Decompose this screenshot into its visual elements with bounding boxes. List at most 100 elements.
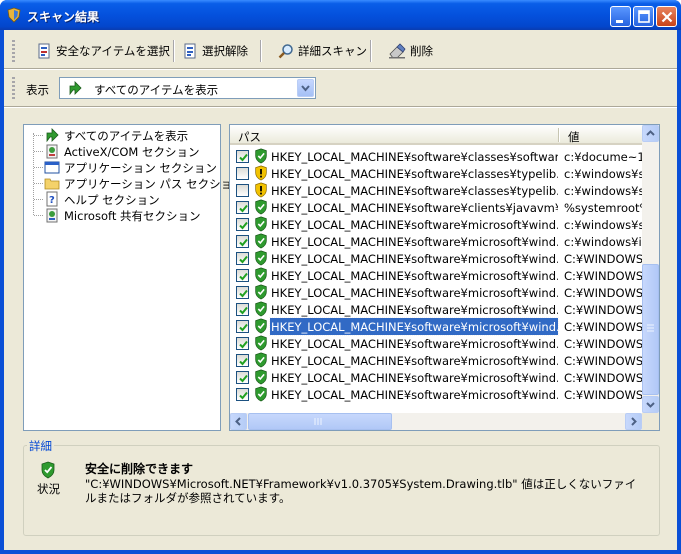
tree-item[interactable]: アプリケーション パス セクション xyxy=(24,175,244,191)
section-tree: すべてのアイテムを表示 ActiveX/COM セクションアプリケーション セクシ… xyxy=(23,124,244,431)
row-checkbox[interactable] xyxy=(236,184,249,197)
green-arrow-icon xyxy=(46,128,59,143)
title-bar[interactable]: スキャン結果 xyxy=(0,0,681,30)
svg-text:?: ? xyxy=(49,195,55,206)
scroll-left-button[interactable] xyxy=(230,413,247,430)
table-row[interactable]: HKEY_LOCAL_MACHINE¥software¥classes¥type… xyxy=(230,165,642,182)
table-row[interactable]: HKEY_LOCAL_MACHINE¥software¥microsoft¥wi… xyxy=(230,284,642,301)
table-row[interactable]: HKEY_LOCAL_MACHINE¥software¥clients¥java… xyxy=(230,199,642,216)
safe-shield-icon xyxy=(255,199,267,215)
row-checkbox[interactable] xyxy=(236,371,249,384)
row-checkbox[interactable] xyxy=(236,269,249,282)
column-header-path[interactable]: パス xyxy=(238,129,261,145)
tree-item[interactable]: ? ヘルプ セクション xyxy=(24,191,220,207)
tree-item[interactable]: ActiveX/COM セクション xyxy=(24,143,220,159)
scroll-up-button[interactable] xyxy=(642,125,659,142)
row-value: C:¥WINDOWS xyxy=(564,388,642,402)
row-checkbox[interactable] xyxy=(236,167,249,180)
warning-shield-icon xyxy=(255,165,267,181)
horizontal-scrollbar[interactable] xyxy=(230,413,642,430)
toolbar-grip[interactable] xyxy=(12,40,15,62)
table-row[interactable]: HKEY_LOCAL_MACHINE¥software¥microsoft¥wi… xyxy=(230,369,642,386)
tree-item-label: ActiveX/COM セクション xyxy=(64,145,200,159)
deselect-button[interactable]: 選択解除 xyxy=(178,40,252,62)
table-row[interactable]: HKEY_LOCAL_MACHINE¥software¥classes¥type… xyxy=(230,182,642,199)
table-row[interactable]: HKEY_LOCAL_MACHINE¥software¥microsoft¥wi… xyxy=(230,267,642,284)
table-row[interactable]: HKEY_LOCAL_MACHINE¥software¥microsoft¥wi… xyxy=(230,250,642,267)
window-title: スキャン結果 xyxy=(27,10,100,24)
row-checkbox[interactable] xyxy=(236,150,249,163)
table-row[interactable]: HKEY_LOCAL_MACHINE¥software¥microsoft¥wi… xyxy=(230,352,642,369)
column-header-value[interactable]: 値 xyxy=(568,129,580,145)
checkmark-icon xyxy=(239,289,248,298)
row-checkbox[interactable] xyxy=(236,218,249,231)
row-value: C:¥WINDOWS xyxy=(564,320,642,334)
toolbar: 安全なアイテムを選択 選択解除 詳細スキャン 削除 xyxy=(4,36,677,66)
tree-connector xyxy=(34,215,43,216)
tree-item-label: アプリケーション セクション xyxy=(64,161,217,175)
deselect-document-icon xyxy=(184,43,196,59)
tree-item[interactable]: すべてのアイテムを表示 xyxy=(24,127,220,143)
chevron-down-icon xyxy=(646,402,655,408)
tree-item-label: アプリケーション パス セクション xyxy=(64,177,244,191)
scroll-right-button[interactable] xyxy=(625,413,642,430)
checkmark-icon xyxy=(239,272,248,281)
row-path: HKEY_LOCAL_MACHINE¥software¥microsoft¥wi… xyxy=(271,303,558,317)
green-arrow-icon xyxy=(69,81,82,96)
warning-shield-icon xyxy=(255,182,267,198)
checkmark-icon xyxy=(239,255,248,264)
row-checkbox[interactable] xyxy=(236,201,249,214)
horizontal-scroll-thumb[interactable] xyxy=(248,413,392,430)
table-row[interactable]: HKEY_LOCAL_MACHINE¥software¥classes¥soft… xyxy=(230,148,642,165)
view-filter-select[interactable]: すべてのアイテムを表示 xyxy=(59,77,316,99)
detail-scan-button[interactable]: 詳細スキャン xyxy=(274,40,371,62)
row-checkbox[interactable] xyxy=(236,252,249,265)
tree-item[interactable]: アプリケーション セクション xyxy=(24,159,220,175)
row-checkbox[interactable] xyxy=(236,235,249,248)
tree-item-label: ヘルプ セクション xyxy=(64,193,160,207)
table-row[interactable]: HKEY_LOCAL_MACHINE¥software¥microsoft¥wi… xyxy=(230,335,642,352)
row-value: c:¥windows¥in xyxy=(564,235,642,249)
row-value: c:¥windows¥sy xyxy=(564,184,642,198)
row-value: c:¥windows¥sy xyxy=(564,218,642,232)
vertical-scrollbar[interactable] xyxy=(642,125,659,413)
checkmark-icon xyxy=(239,323,248,332)
row-checkbox[interactable] xyxy=(236,354,249,367)
details-legend: 詳細 xyxy=(27,438,54,454)
safe-shield-icon xyxy=(255,369,267,385)
table-row[interactable]: HKEY_LOCAL_MACHINE¥software¥microsoft¥wi… xyxy=(230,216,642,233)
row-path: HKEY_LOCAL_MACHINE¥software¥microsoft¥wi… xyxy=(271,337,558,351)
close-button[interactable] xyxy=(656,6,677,27)
column-divider[interactable] xyxy=(558,128,559,142)
maximize-button[interactable] xyxy=(633,6,654,27)
row-checkbox[interactable] xyxy=(236,303,249,316)
row-checkbox[interactable] xyxy=(236,337,249,350)
grip-lines-icon xyxy=(314,418,322,425)
delete-button[interactable]: 削除 xyxy=(384,40,437,62)
select-safe-button[interactable]: 安全なアイテムを選択 xyxy=(32,40,174,62)
row-value: C:¥WINDOWS xyxy=(564,337,642,351)
minimize-button[interactable] xyxy=(610,6,631,27)
toolbar-separator xyxy=(173,40,174,62)
table-row[interactable]: HKEY_LOCAL_MACHINE¥software¥microsoft¥wi… xyxy=(230,233,642,250)
tree-item[interactable]: Microsoft 共有セクション xyxy=(24,207,220,223)
safe-shield-icon xyxy=(255,250,267,266)
minimize-icon xyxy=(616,20,623,23)
row-path: HKEY_LOCAL_MACHINE¥software¥microsoft¥wi… xyxy=(271,235,558,249)
dropdown-arrow-button[interactable] xyxy=(297,79,314,97)
checkmark-icon xyxy=(239,340,248,349)
row-value: C:¥WINDOWS xyxy=(564,286,642,300)
table-row[interactable]: HKEY_LOCAL_MACHINE¥software¥microsoft¥wi… xyxy=(230,317,642,336)
row-path: HKEY_LOCAL_MACHINE¥software¥microsoft¥wi… xyxy=(271,388,558,402)
scroll-down-button[interactable] xyxy=(642,396,659,413)
safe-shield-icon xyxy=(255,352,267,368)
vertical-scroll-thumb[interactable] xyxy=(642,264,659,395)
row-checkbox[interactable] xyxy=(236,388,249,401)
table-row[interactable]: HKEY_LOCAL_MACHINE¥software¥microsoft¥wi… xyxy=(230,386,642,403)
table-row[interactable]: HKEY_LOCAL_MACHINE¥software¥microsoft¥wi… xyxy=(230,301,642,318)
checkmark-icon xyxy=(239,357,248,366)
row-checkbox[interactable] xyxy=(236,286,249,299)
row-checkbox[interactable] xyxy=(236,320,249,333)
viewbar-grip[interactable] xyxy=(12,77,15,99)
safe-shield-icon xyxy=(255,284,267,300)
